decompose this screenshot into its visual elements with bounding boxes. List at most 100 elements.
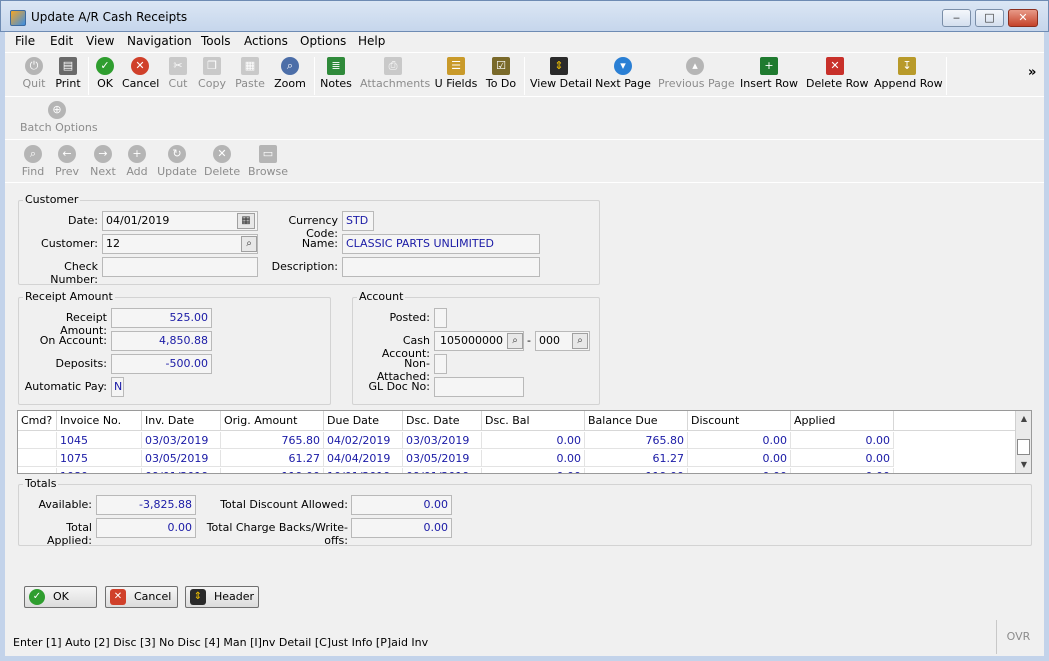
grid-cell[interactable]: 09/01/2019 bbox=[142, 468, 221, 473]
grid-cell[interactable]: 0.00 bbox=[688, 468, 791, 473]
paste-button[interactable]: ▦ Paste bbox=[234, 55, 266, 99]
grid-cell[interactable]: 1080 bbox=[57, 468, 142, 473]
grid-cell[interactable]: 765.80 bbox=[585, 432, 688, 449]
grid-cell[interactable]: 1045 bbox=[57, 432, 142, 449]
toolbar-overflow-button[interactable]: » bbox=[1028, 65, 1036, 80]
insert-row-button[interactable]: + Insert Row bbox=[740, 55, 798, 99]
delete-button[interactable]: ✕ Delete bbox=[204, 143, 240, 187]
grid-vertical-scrollbar[interactable]: ▲ ▼ bbox=[1015, 411, 1031, 473]
column-header-dsc-date[interactable]: Dsc. Date bbox=[403, 411, 482, 431]
maximize-button[interactable]: □ bbox=[975, 9, 1004, 27]
menu-actions[interactable]: Actions bbox=[244, 34, 288, 48]
grid-cell[interactable]: 1075 bbox=[57, 450, 142, 467]
grid-cell[interactable]: 09/01/2019 bbox=[403, 468, 482, 473]
customer-lookup-icon[interactable]: ⌕ bbox=[241, 236, 257, 252]
menu-options[interactable]: Options bbox=[300, 34, 346, 48]
grid-cell[interactable]: 119.00 bbox=[585, 468, 688, 473]
update-button[interactable]: ↻ Update bbox=[157, 143, 197, 187]
cash-account-lookup-icon[interactable]: ⌕ bbox=[507, 333, 523, 349]
column-header-invoice-no[interactable]: Invoice No. bbox=[57, 411, 142, 431]
grid-cell[interactable] bbox=[18, 432, 57, 449]
column-header-cmd[interactable]: Cmd? bbox=[18, 411, 57, 431]
browse-button[interactable]: ▭ Browse bbox=[248, 143, 288, 187]
batch-options-button[interactable]: ⊕ Batch Options bbox=[20, 99, 98, 143]
print-button[interactable]: ▤ Print bbox=[54, 55, 82, 99]
to-do-button[interactable]: ☑ To Do bbox=[484, 55, 518, 99]
column-header-discount[interactable]: Discount bbox=[688, 411, 791, 431]
grid-cell[interactable]: 10/01/2019 bbox=[324, 468, 403, 473]
grid-cell[interactable]: 119.00 bbox=[221, 468, 324, 473]
grid-cell[interactable]: 61.27 bbox=[585, 450, 688, 467]
ok-button[interactable]: ✓ OK bbox=[93, 55, 117, 99]
menu-view[interactable]: View bbox=[86, 34, 114, 48]
cut-button[interactable]: ✂ Cut bbox=[165, 55, 191, 99]
copy-button[interactable]: ❐ Copy bbox=[196, 55, 228, 99]
column-header-due-date[interactable]: Due Date bbox=[324, 411, 403, 431]
customer-field[interactable]: 12 bbox=[102, 234, 258, 254]
menu-edit[interactable]: Edit bbox=[50, 34, 73, 48]
grid-cell[interactable]: 04/02/2019 bbox=[324, 432, 403, 449]
previous-page-button[interactable]: ▴ Previous Page bbox=[658, 55, 735, 99]
column-header-inv-date[interactable]: Inv. Date bbox=[142, 411, 221, 431]
grid-cell[interactable]: 0.00 bbox=[791, 468, 894, 473]
column-header-applied[interactable]: Applied bbox=[791, 411, 894, 431]
grid-cell[interactable]: 0.00 bbox=[482, 468, 585, 473]
menu-file[interactable]: File bbox=[15, 34, 35, 48]
total-applied-field[interactable]: 0.00 bbox=[96, 518, 196, 538]
available-field[interactable]: -3,825.88 bbox=[96, 495, 196, 515]
automatic-pay-field[interactable]: N bbox=[111, 377, 124, 397]
attachments-button[interactable]: ⎙ Attachments bbox=[360, 55, 430, 99]
find-button[interactable]: ⌕ Find bbox=[20, 143, 46, 187]
scroll-up-icon[interactable]: ▲ bbox=[1016, 411, 1031, 427]
close-button[interactable]: ✕ bbox=[1008, 9, 1038, 27]
grid-cell[interactable]: 03/05/2019 bbox=[142, 450, 221, 467]
menu-tools[interactable]: Tools bbox=[201, 34, 231, 48]
grid-cell[interactable]: 03/03/2019 bbox=[142, 432, 221, 449]
ok-bottom-button[interactable]: ✓ OK bbox=[24, 586, 97, 608]
date-field[interactable]: 04/01/2019 bbox=[102, 211, 258, 231]
grid-cell[interactable] bbox=[18, 450, 57, 467]
grid-cell[interactable]: 0.00 bbox=[688, 432, 791, 449]
view-detail-button[interactable]: ⇕ View Detail bbox=[530, 55, 592, 99]
quit-button[interactable]: ⏻ Quit bbox=[20, 55, 48, 99]
zoom-button[interactable]: ⌕ Zoom bbox=[274, 55, 306, 99]
grid-cell[interactable]: 0.00 bbox=[482, 432, 585, 449]
grid-cell[interactable]: 61.27 bbox=[221, 450, 324, 467]
posted-field[interactable] bbox=[434, 308, 447, 328]
grid-cell[interactable]: 0.00 bbox=[791, 450, 894, 467]
minimize-button[interactable]: ‒ bbox=[942, 9, 971, 27]
grid-cell[interactable] bbox=[18, 468, 57, 473]
total-charge-backs-field[interactable]: 0.00 bbox=[351, 518, 452, 538]
scroll-down-icon[interactable]: ▼ bbox=[1016, 457, 1031, 473]
next-page-button[interactable]: ▾ Next Page bbox=[595, 55, 651, 99]
delete-row-button[interactable]: ✕ Delete Row bbox=[806, 55, 869, 99]
scroll-thumb[interactable] bbox=[1017, 439, 1030, 455]
prev-button[interactable]: ← Prev bbox=[54, 143, 80, 187]
grid-cell[interactable]: 03/05/2019 bbox=[403, 450, 482, 467]
grid-cell[interactable]: 0.00 bbox=[791, 432, 894, 449]
next-button[interactable]: → Next bbox=[88, 143, 118, 187]
column-header-orig-amount[interactable]: Orig. Amount bbox=[221, 411, 324, 431]
gl-doc-no-field[interactable] bbox=[434, 377, 524, 397]
column-header-balance-due[interactable]: Balance Due bbox=[585, 411, 688, 431]
currency-code-field[interactable]: STD bbox=[342, 211, 374, 231]
append-row-button[interactable]: ↧ Append Row bbox=[874, 55, 943, 99]
deposits-field[interactable]: -500.00 bbox=[111, 354, 212, 374]
grid-cell[interactable]: 765.80 bbox=[221, 432, 324, 449]
name-field[interactable]: CLASSIC PARTS UNLIMITED bbox=[342, 234, 540, 254]
header-button[interactable]: ⇕ Header bbox=[185, 586, 259, 608]
non-attached-field[interactable] bbox=[434, 354, 447, 374]
notes-button[interactable]: ≣ Notes bbox=[319, 55, 353, 99]
invoice-grid[interactable]: Cmd? Invoice No. Inv. Date Orig. Amount … bbox=[17, 410, 1032, 474]
grid-cell[interactable]: 0.00 bbox=[688, 450, 791, 467]
grid-cell[interactable]: 04/04/2019 bbox=[324, 450, 403, 467]
description-field[interactable] bbox=[342, 257, 540, 277]
check-number-field[interactable] bbox=[102, 257, 258, 277]
menu-navigation[interactable]: Navigation bbox=[127, 34, 192, 48]
grid-cell[interactable]: 0.00 bbox=[482, 450, 585, 467]
add-button[interactable]: + Add bbox=[125, 143, 149, 187]
calendar-icon[interactable]: ▦ bbox=[237, 213, 255, 229]
cancel-button[interactable]: ✕ Cancel bbox=[122, 55, 159, 99]
cancel-bottom-button[interactable]: ✕ Cancel bbox=[105, 586, 178, 608]
menu-help[interactable]: Help bbox=[358, 34, 385, 48]
